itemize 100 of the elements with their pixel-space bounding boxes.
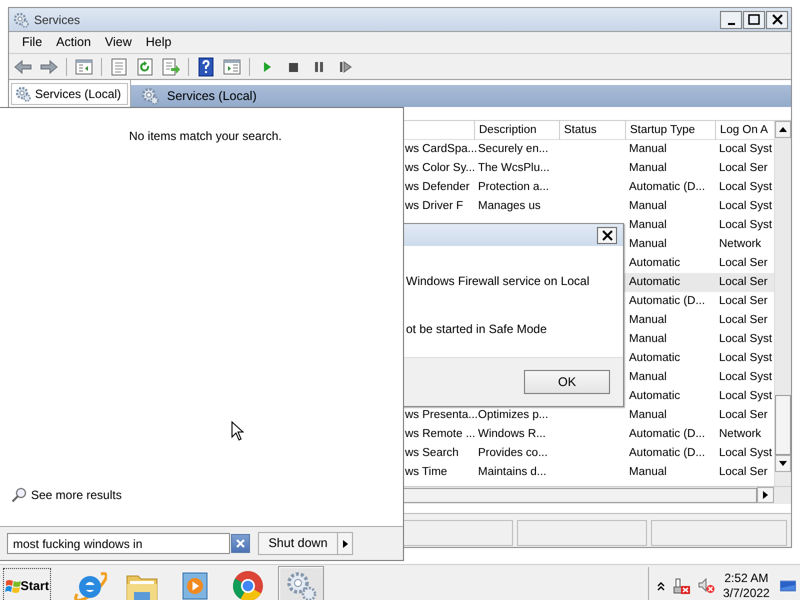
caret-icon xyxy=(342,540,348,548)
gears-icon xyxy=(13,12,29,28)
export-icon[interactable] xyxy=(161,56,181,76)
message-text: Windows Firewall service on Local xyxy=(406,273,590,290)
table-cell-text: ws Time xyxy=(404,464,448,480)
table-cell-text: Manual xyxy=(628,236,668,252)
maximize-icon xyxy=(748,14,760,25)
table-cell-text: Manual xyxy=(628,464,668,480)
taskbar-button[interactable] xyxy=(278,566,324,600)
clear-button[interactable] xyxy=(231,534,250,553)
table-cell-text: Manual xyxy=(628,142,668,157)
table-cell-text: Automatic (D... xyxy=(628,446,706,461)
gears-icon xyxy=(15,86,31,102)
table-cell-text: The WcsPlu... xyxy=(477,160,551,176)
table-cell-text: Automatic (D... xyxy=(628,426,706,442)
table-cell-text: ws Driver F xyxy=(404,198,464,214)
table-cell-text: Local Ser xyxy=(718,312,769,328)
table-cell-text: Local Ser xyxy=(718,274,769,290)
column-header[interactable]: Status xyxy=(559,121,625,140)
window-title: Services xyxy=(34,12,80,28)
message-text: ot be started in Safe Mode xyxy=(406,321,548,338)
table-cell-text: Local Syst xyxy=(718,388,774,404)
up-arrow-icon[interactable] xyxy=(779,127,787,132)
table-cell-text: Provides co... xyxy=(477,446,549,461)
close-button[interactable] xyxy=(597,226,617,244)
gears-icon xyxy=(141,87,159,106)
table-cell-text: Network xyxy=(718,236,762,252)
table-cell-text: Automatic xyxy=(628,274,682,290)
table-cell-text: Local Syst xyxy=(718,180,774,195)
column-header[interactable]: Description xyxy=(474,121,559,140)
table-cell-text: Windows R... xyxy=(477,426,547,442)
flag-logo-icon xyxy=(5,578,21,594)
menu-item[interactable]: Action xyxy=(49,33,98,52)
vertical-scrollbar[interactable] xyxy=(774,121,791,486)
clock[interactable]: 2:52 AM 3/7/2022 xyxy=(723,571,770,600)
table-cell-text: Manual xyxy=(628,370,668,385)
ok-button[interactable]: OK xyxy=(524,370,610,394)
menu-item[interactable]: File xyxy=(15,33,50,52)
table-cell-text: Local Syst xyxy=(718,332,774,347)
table-cell-text: Local Ser xyxy=(718,160,769,176)
pane-title: Services (Local) xyxy=(167,88,257,105)
tree-item[interactable]: Services (Local) xyxy=(11,83,128,105)
table-cell-text: Local Ser xyxy=(718,294,769,309)
table-cell-text: Local Ser xyxy=(718,408,769,423)
table-cell-text: Manual xyxy=(628,312,668,328)
panel-icon[interactable] xyxy=(222,56,242,76)
close-button[interactable] xyxy=(766,10,788,28)
table-cell-text: Local Syst xyxy=(718,198,774,214)
table-cell-text: Automatic xyxy=(628,350,682,366)
maximize-button[interactable] xyxy=(743,10,765,28)
table-cell-text: Local Ser xyxy=(718,256,769,271)
down-arrow-icon[interactable] xyxy=(779,461,787,466)
table-cell-text: Manual xyxy=(628,332,668,347)
table-cell-text: Local Syst xyxy=(718,142,774,157)
right-arrow-icon[interactable] xyxy=(763,491,768,499)
clear-icon xyxy=(235,538,246,549)
shutdown-options-button[interactable] xyxy=(338,532,353,555)
table-cell-text: ws Defender xyxy=(404,180,471,195)
table-cell-text: Automatic xyxy=(628,256,682,271)
table-cell-text: Automatic (D... xyxy=(628,294,706,309)
table-cell-text: Manual xyxy=(628,160,668,176)
close-icon xyxy=(602,230,612,240)
scrollbar-thumb[interactable] xyxy=(775,395,791,455)
table-cell-text: Local Ser xyxy=(718,464,769,480)
network-error-icon[interactable] xyxy=(673,578,690,594)
chevron-icon[interactable] xyxy=(657,582,665,590)
table-cell-text: Manages us xyxy=(477,198,542,214)
minimize-button[interactable] xyxy=(720,10,742,28)
cursor-icon xyxy=(231,421,244,441)
table-cell-text: ws Search xyxy=(404,446,460,461)
empty-message: No items match your search. xyxy=(129,129,282,143)
menu-item[interactable]: Help xyxy=(138,33,178,52)
table-cell-text: Maintains d... xyxy=(477,464,548,480)
table-cell-text: ws Remote ... xyxy=(404,426,474,442)
table-cell-text: Automatic (D... xyxy=(628,180,706,195)
shutdown-button[interactable]: Shut down xyxy=(258,532,338,555)
panel-icon[interactable] xyxy=(74,56,94,76)
volume-muted-icon[interactable] xyxy=(698,578,715,594)
refresh-icon[interactable] xyxy=(135,56,155,76)
close-icon xyxy=(772,14,782,25)
show-desktop-icon[interactable] xyxy=(780,580,796,592)
column-header[interactable]: Startup Type xyxy=(625,121,715,140)
table-cell-text: Manual xyxy=(628,408,668,423)
table-cell-text: Local Syst xyxy=(718,350,774,366)
table-cell-text: Network xyxy=(718,426,762,442)
table-cell-text: Automatic xyxy=(628,388,682,404)
document-icon[interactable] xyxy=(109,56,129,76)
table-cell-text: ws Color Sy... xyxy=(404,160,474,176)
menu-item[interactable]: View xyxy=(98,33,139,52)
search-icon xyxy=(11,487,27,503)
minimize-icon xyxy=(728,22,734,24)
browser-icon xyxy=(230,568,266,600)
table-cell-text: Local Syst xyxy=(718,218,774,233)
table-cell-text: Local Syst xyxy=(718,446,774,461)
table-cell-text: Manual xyxy=(628,198,668,214)
search-field[interactable]: most fucking windows in xyxy=(7,533,230,554)
help-icon[interactable] xyxy=(196,56,216,76)
start-button[interactable]: Start xyxy=(3,568,51,600)
see-more-link[interactable]: See more results xyxy=(31,486,122,504)
table-cell-text: Local Syst xyxy=(718,370,774,385)
